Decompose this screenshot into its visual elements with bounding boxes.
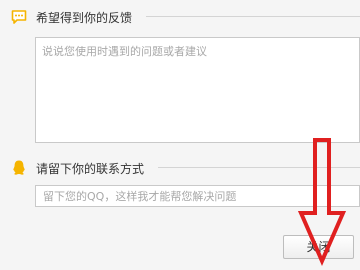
feedback-section-title: 希望得到你的反馈 [36, 11, 133, 25]
feedback-divider [146, 16, 360, 17]
contact-section-title: 请留下你的联系方式 [36, 162, 145, 176]
chat-bubble-icon [11, 9, 27, 25]
red-down-arrow-icon [297, 137, 347, 267]
feedback-textarea[interactable] [35, 37, 360, 143]
qq-penguin-icon [11, 159, 27, 177]
